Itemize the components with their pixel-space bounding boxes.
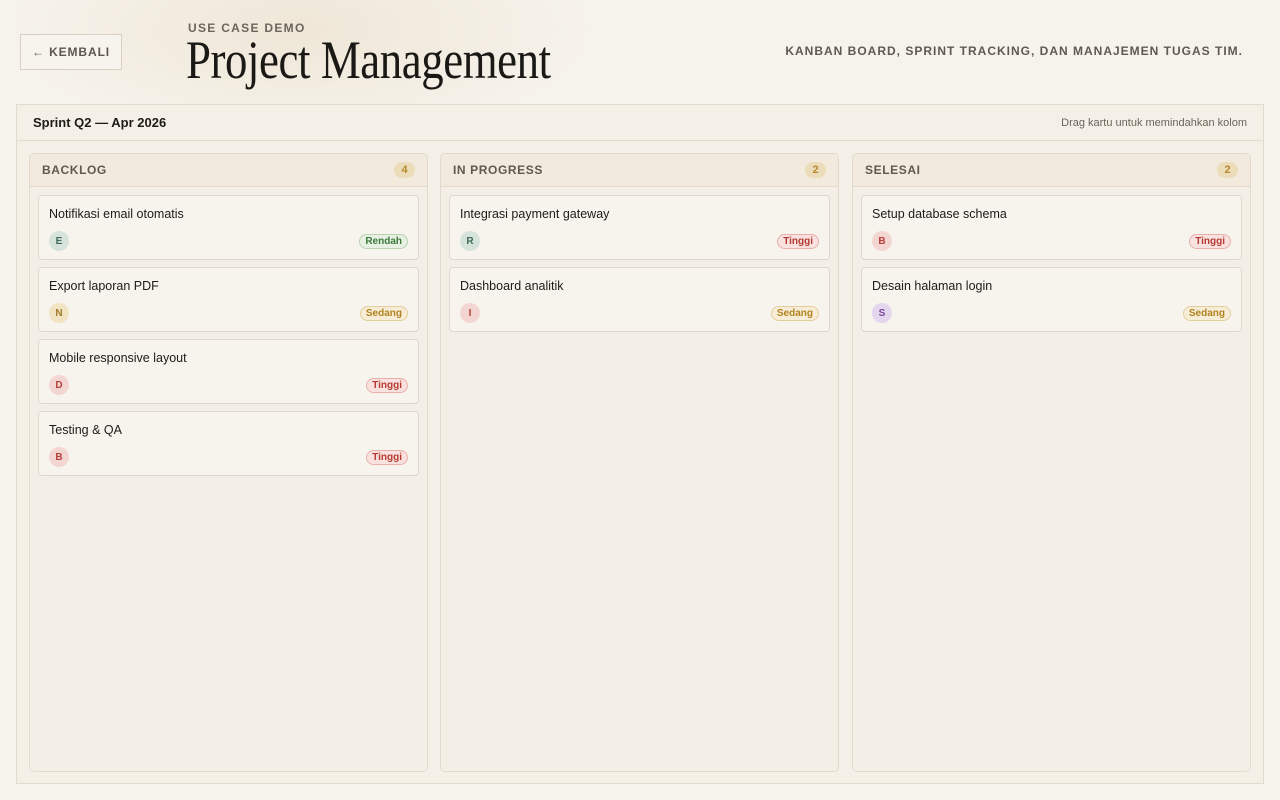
priority-badge: Sedang — [359, 306, 408, 321]
assignee-avatar: N — [49, 303, 69, 323]
priority-badge: Sedang — [770, 306, 819, 321]
priority-badge: Tinggi — [366, 378, 408, 393]
task-title: Dashboard analitik — [460, 279, 564, 293]
page-title: Project Management — [186, 30, 551, 90]
column-header: IN PROGRESS 2 — [441, 154, 838, 187]
column-title: IN PROGRESS — [453, 163, 543, 177]
task-title: Desain halaman login — [872, 279, 993, 293]
column-count-badge: 4 — [394, 162, 415, 178]
task-card[interactable]: Setup database schema B Tinggi — [861, 195, 1242, 260]
task-card[interactable]: Export laporan PDF N Sedang — [38, 267, 419, 332]
task-title: Export laporan PDF — [49, 279, 159, 293]
column-backlog[interactable]: BACKLOG 4 Notifikasi email otomatis E Re… — [29, 153, 428, 772]
column-count-badge: 2 — [805, 162, 826, 178]
column-selesai[interactable]: SELESAI 2 Setup database schema B Tinggi… — [852, 153, 1251, 772]
kanban-board: Sprint Q2 — Apr 2026 Drag kartu untuk me… — [16, 104, 1264, 784]
assignee-avatar: S — [872, 303, 892, 323]
board-header: Sprint Q2 — Apr 2026 Drag kartu untuk me… — [17, 105, 1263, 141]
priority-badge: Rendah — [359, 234, 408, 249]
assignee-avatar: R — [460, 231, 480, 251]
assignee-avatar: E — [49, 231, 69, 251]
priority-badge: Sedang — [1182, 306, 1231, 321]
column-header: BACKLOG 4 — [30, 154, 427, 187]
assignee-avatar: I — [460, 303, 480, 323]
task-card[interactable]: Integrasi payment gateway R Tinggi — [449, 195, 830, 260]
column-header: SELESAI 2 — [853, 154, 1250, 187]
task-title: Notifikasi email otomatis — [49, 207, 184, 221]
priority-badge: Tinggi — [777, 234, 819, 249]
column-count-badge: 2 — [1217, 162, 1238, 178]
column-in-progress[interactable]: IN PROGRESS 2 Integrasi payment gateway … — [440, 153, 839, 772]
task-card[interactable]: Dashboard analitik I Sedang — [449, 267, 830, 332]
task-title: Setup database schema — [872, 207, 1007, 221]
task-card[interactable]: Mobile responsive layout D Tinggi — [38, 339, 419, 404]
task-card[interactable]: Desain halaman login S Sedang — [861, 267, 1242, 332]
assignee-avatar: B — [49, 447, 69, 467]
page-tagline: KANBAN BOARD, SPRINT TRACKING, DAN MANAJ… — [785, 44, 1243, 58]
assignee-avatar: D — [49, 375, 69, 395]
column-title: SELESAI — [865, 163, 921, 177]
priority-badge: Tinggi — [1189, 234, 1231, 249]
back-button[interactable]: ← KEMBALI — [20, 34, 122, 70]
task-title: Mobile responsive layout — [49, 351, 187, 365]
task-title: Testing & QA — [49, 423, 122, 437]
sprint-title: Sprint Q2 — Apr 2026 — [33, 115, 167, 130]
drag-hint: Drag kartu untuk memindahkan kolom — [1061, 116, 1247, 129]
task-title: Integrasi payment gateway — [460, 207, 610, 221]
assignee-avatar: B — [872, 231, 892, 251]
column-title: BACKLOG — [42, 163, 107, 177]
task-card[interactable]: Testing & QA B Tinggi — [38, 411, 419, 476]
task-card[interactable]: Notifikasi email otomatis E Rendah — [38, 195, 419, 260]
priority-badge: Tinggi — [366, 450, 408, 465]
